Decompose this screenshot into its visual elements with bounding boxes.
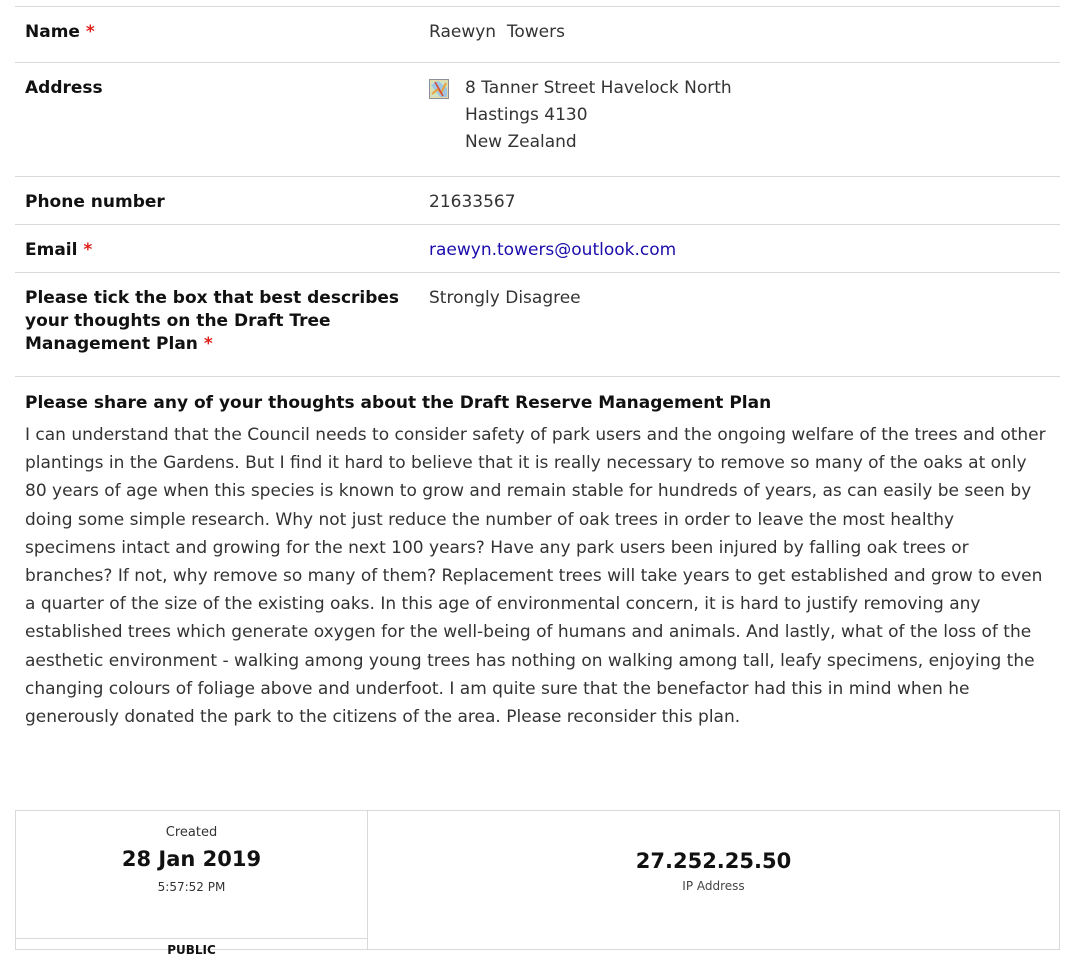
thoughts-label: Please share any of your thoughts about … (25, 393, 772, 413)
map-icon[interactable] (429, 79, 449, 99)
required-mark: * (83, 240, 93, 260)
ip-block: 27.252.25.50 IP Address (368, 811, 1059, 949)
submission-form: Name * Raewyn Towers Address 8 Tanner St… (15, 6, 1060, 727)
address-row: Address 8 Tanner Street Havelock North H… (15, 62, 1060, 176)
tick-row: Please tick the box that best describes … (15, 272, 1060, 376)
created-date: 28 Jan 2019 (121, 847, 262, 871)
phone-value: 21633567 (429, 192, 516, 212)
address-line: 8 Tanner Street Havelock North (465, 78, 732, 98)
visibility-badge: PUBLIC (167, 943, 216, 957)
address-label: Address (25, 78, 103, 98)
address-line: Hastings 4130 (465, 105, 588, 125)
created-block: Created 28 Jan 2019 5:57:52 PM (16, 811, 367, 939)
email-label: Email * (25, 240, 93, 260)
name-row: Name * Raewyn Towers (15, 6, 1060, 62)
required-mark: * (203, 334, 213, 354)
required-mark: * (85, 22, 95, 42)
email-row: Email * raewyn.towers@outlook.com (15, 224, 1060, 272)
phone-label: Phone number (25, 192, 165, 212)
phone-row: Phone number 21633567 (15, 176, 1060, 224)
created-label: Created (165, 825, 218, 840)
tick-value: Strongly Disagree (429, 288, 581, 308)
meta-left-column: Created 28 Jan 2019 5:57:52 PM PUBLIC (16, 811, 368, 957)
ip-address-value: 27.252.25.50 (635, 849, 792, 873)
email-value: raewyn.towers@outlook.com (429, 225, 1050, 272)
created-time: 5:57:52 PM (157, 880, 226, 894)
address-line: New Zealand (465, 132, 577, 152)
name-value: Raewyn Towers (429, 22, 565, 42)
thoughts-section: Please share any of your thoughts about … (15, 376, 1060, 727)
email-link[interactable]: raewyn.towers@outlook.com (429, 240, 676, 260)
ip-address-label: IP Address (682, 879, 745, 893)
thoughts-text: I can understand that the Council needs … (25, 425, 1046, 728)
tick-label: Please tick the box that best describes … (25, 288, 400, 354)
address-value: 8 Tanner Street Havelock North Hastings … (429, 63, 1050, 176)
name-label: Name * (25, 22, 95, 42)
submission-meta: Created 28 Jan 2019 5:57:52 PM PUBLIC 27… (15, 810, 1060, 957)
